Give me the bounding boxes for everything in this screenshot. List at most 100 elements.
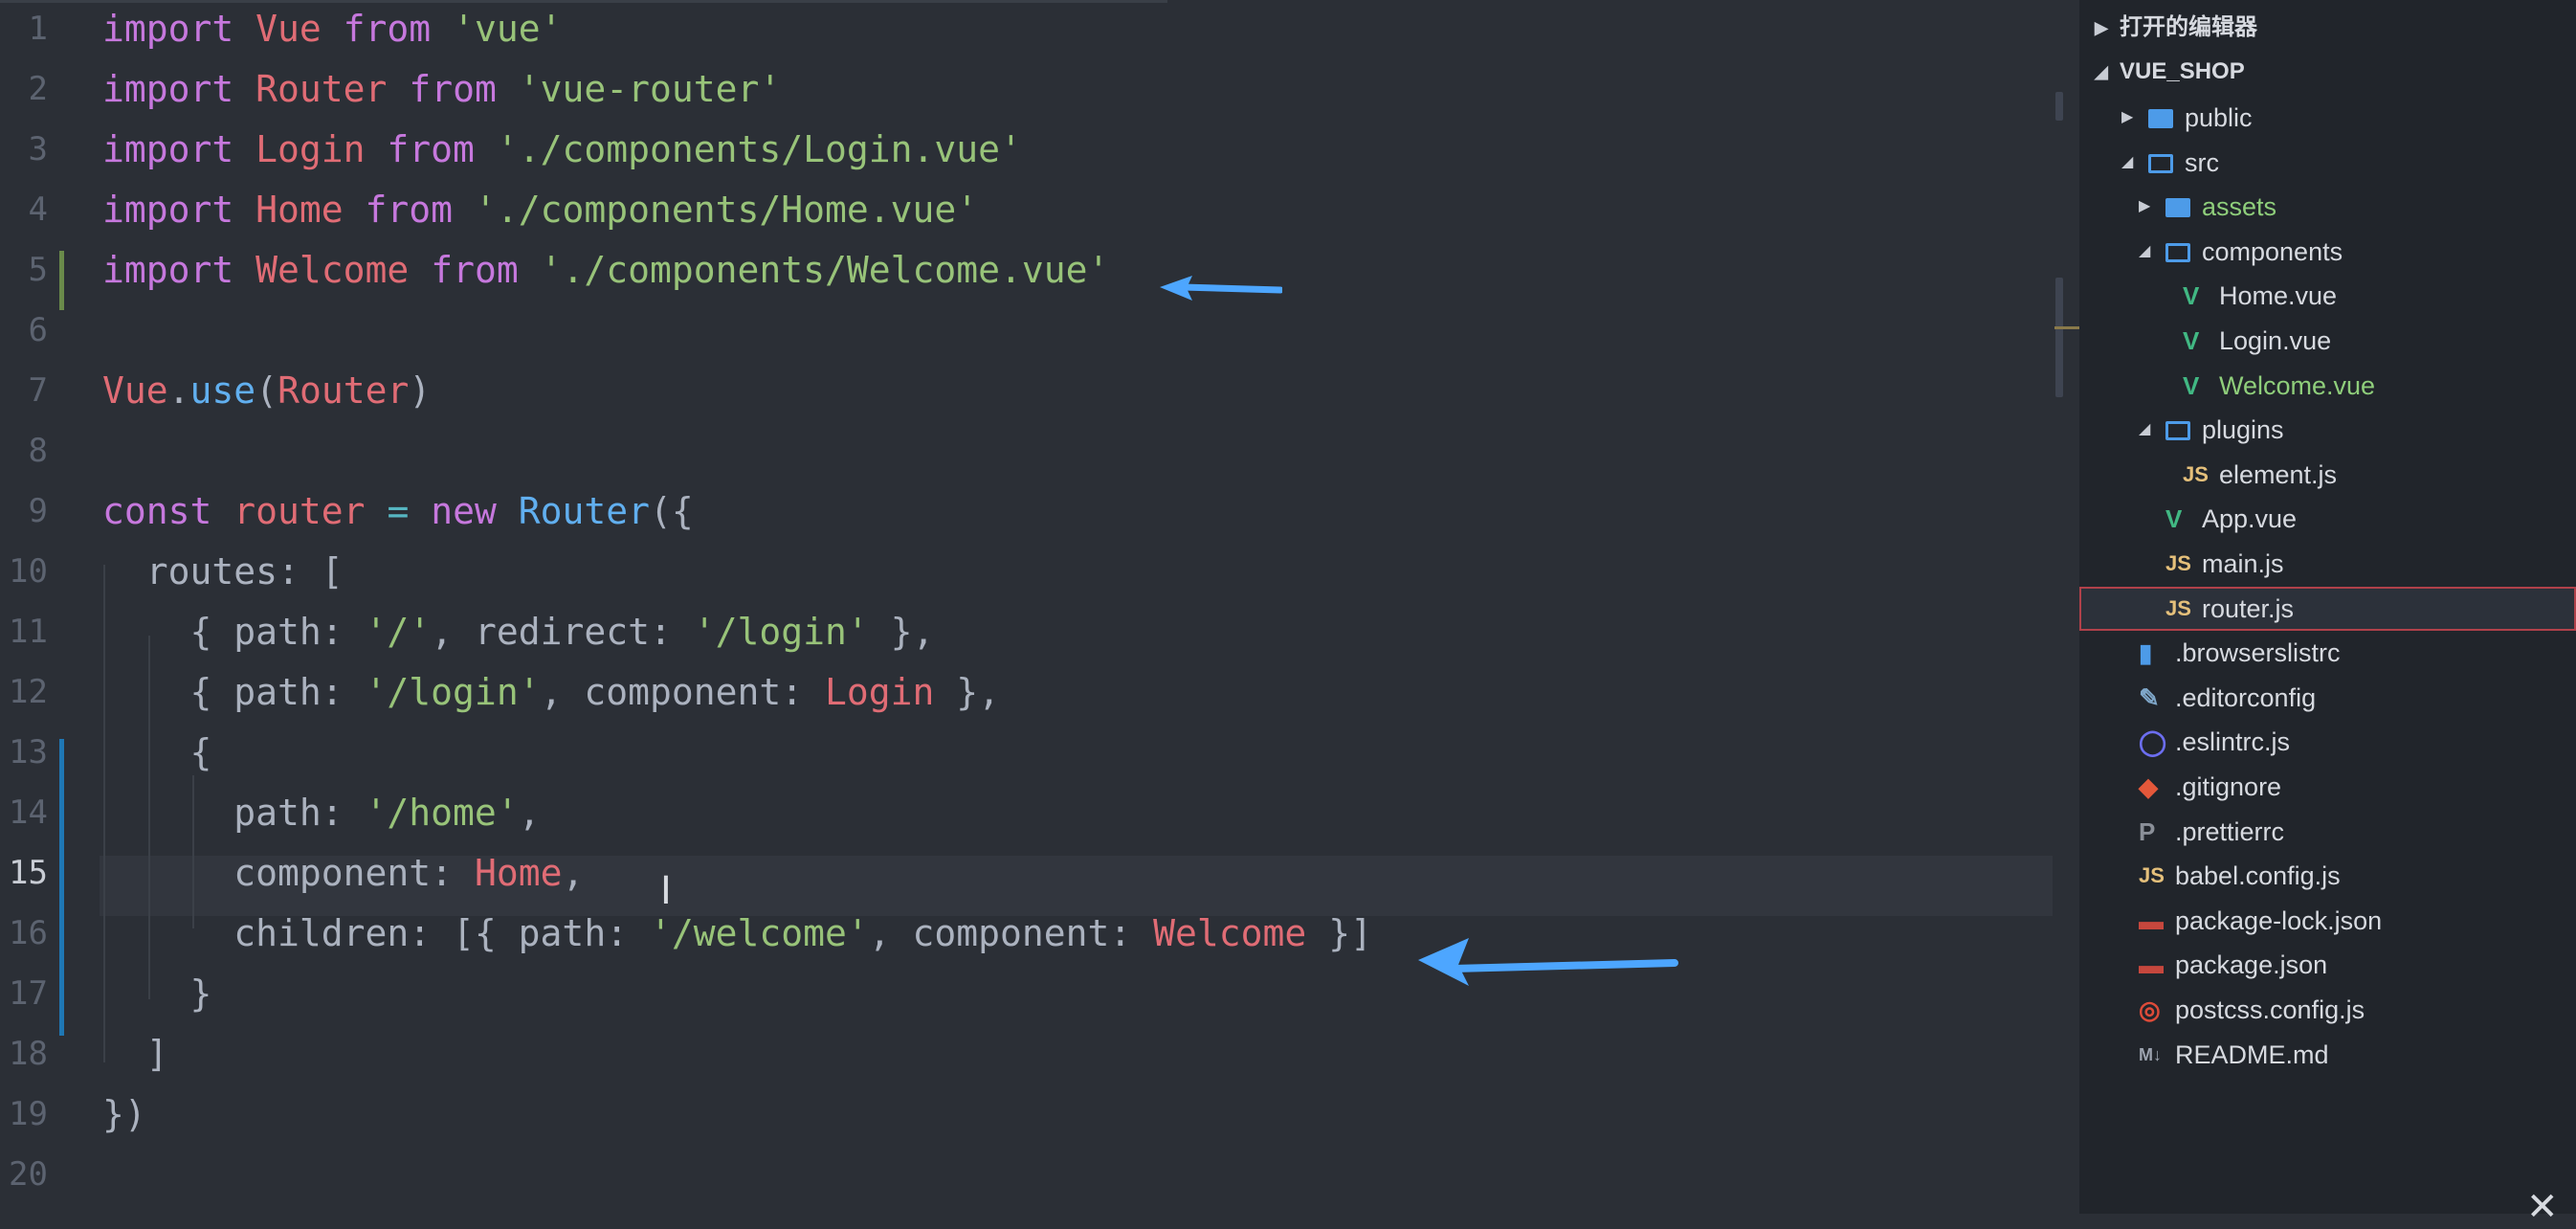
tree-item-label: router.js (2202, 593, 2295, 623)
close-icon[interactable]: ✕ (2526, 1185, 2559, 1229)
code-token: 'vue' (453, 8, 563, 50)
code-text: import Welcome from './components/Welcom… (102, 249, 1109, 291)
code-text: children: [{ path: '/welcome', component… (102, 912, 1372, 954)
code-token: from (321, 8, 454, 50)
tree-item[interactable]: ▮ .browserslistrc (2079, 631, 2576, 675)
tree-item[interactable]: ▬ package-lock.json (2079, 899, 2576, 943)
tree-item-label: package.json (2175, 950, 2328, 980)
open-editors-header[interactable]: ▶ 打开的编辑器 (2079, 6, 2576, 50)
code-token: = (365, 490, 432, 532)
project-header[interactable]: ◢ VUE_SHOP (2079, 50, 2576, 94)
line-number: 12 (9, 673, 48, 711)
code-token: , component: (868, 912, 1154, 954)
code-token: from (387, 68, 519, 110)
tree-item[interactable]: JS main.js (2079, 542, 2576, 586)
line-number: 2 (28, 70, 48, 108)
chevron-right-icon[interactable]: ▶ (2139, 185, 2150, 229)
code-text: import Home from './components/Home.vue' (102, 189, 978, 231)
code-line[interactable]: 1 import Vue from 'vue' (0, 0, 2053, 60)
code-token: Vue (255, 8, 322, 50)
code-token: import (102, 249, 256, 291)
code-token: path: (102, 792, 366, 834)
code-token: from (365, 128, 497, 170)
tree-item[interactable]: ◆ .gitignore (2079, 765, 2576, 809)
code-token: }] (1306, 912, 1372, 954)
code-token: { (102, 731, 212, 773)
line-number: 18 (9, 1035, 48, 1073)
editor-minimap[interactable] (2053, 0, 2079, 1214)
code-token: Router (518, 490, 650, 532)
tree-item[interactable]: ▬ package.json (2079, 943, 2576, 987)
tree-item[interactable]: ▶ assets (2079, 185, 2576, 229)
tree-item-label: .gitignore (2175, 772, 2282, 801)
code-line[interactable]: 17 } (0, 965, 2053, 1025)
code-token: router (233, 490, 366, 532)
code-line[interactable]: 16 children: [{ path: '/welcome', compon… (0, 905, 2053, 965)
tree-item-label: .eslintrc.js (2175, 727, 2291, 757)
tree-item[interactable]: V Welcome.vue (2079, 364, 2576, 408)
code-line[interactable]: 18 ] (0, 1025, 2053, 1085)
code-line[interactable]: 13 { (0, 724, 2053, 784)
tree-item-label: assets (2202, 192, 2277, 222)
tree-item[interactable]: V Home.vue (2079, 274, 2576, 318)
tree-item-label: .browserslistrc (2175, 638, 2341, 668)
chevron-right-icon[interactable]: ▶ (2121, 96, 2133, 140)
code-token: Welcome (1153, 912, 1307, 954)
chevron-down-icon[interactable]: ◢ (2139, 408, 2150, 452)
tree-item[interactable]: JS router.js (2079, 586, 2576, 631)
chevron-down-icon[interactable]: ◢ (2139, 230, 2150, 274)
tree-item[interactable]: ◢ src (2079, 141, 2576, 185)
scroll-marker (2055, 278, 2063, 397)
code-token: ) (409, 369, 432, 412)
tree-item[interactable]: ◯ .eslintrc.js (2079, 720, 2576, 764)
tree-item[interactable]: ◢ plugins (2079, 408, 2576, 452)
code-text: } (102, 972, 212, 1015)
minimap-cursor-marker (2054, 326, 2079, 329)
tree-item[interactable]: V App.vue (2079, 497, 2576, 541)
scroll-marker (2055, 92, 2063, 121)
code-line[interactable]: 19}) (0, 1085, 2053, 1146)
npm-icon: ▬ (2139, 905, 2164, 935)
tree-item-label: components (2202, 236, 2343, 266)
code-line[interactable]: 15 component: Home, (0, 844, 2053, 905)
code-line[interactable]: 6 (0, 302, 2053, 362)
line-number: 9 (28, 492, 48, 530)
code-line[interactable]: 3 import Login from './components/Login.v… (0, 121, 2053, 181)
code-line[interactable]: 8 (0, 422, 2053, 482)
tree-item-label: Home.vue (2219, 281, 2338, 311)
code-line[interactable]: 10 routes: [ (0, 543, 2053, 603)
tree-item[interactable]: ✎ .editorconfig (2079, 676, 2576, 720)
code-line[interactable]: 20 (0, 1146, 2053, 1206)
code-token: import (102, 128, 256, 170)
code-line[interactable]: 12 { path: '/login', component: Login }, (0, 663, 2053, 724)
tree-item[interactable]: ◎ postcss.config.js (2079, 988, 2576, 1032)
code-line[interactable]: 14 path: '/home', (0, 784, 2053, 844)
folder-icon (2148, 153, 2173, 173)
tree-item[interactable]: ▶ public (2079, 96, 2576, 140)
code-token: , (518, 792, 541, 834)
code-line[interactable]: 2 import Router from 'vue-router' (0, 60, 2053, 121)
code-token: ({ (650, 490, 694, 532)
code-token: './components/Home.vue' (474, 189, 979, 231)
code-line[interactable]: 11 { path: '/', redirect: '/login' }, (0, 603, 2053, 663)
code-line[interactable]: 5 import Welcome from './components/Welco… (0, 241, 2053, 302)
tree-item[interactable]: JS element.js (2079, 453, 2576, 497)
tree-item[interactable]: P .prettierrc (2079, 810, 2576, 854)
tree-item-label: App.vue (2202, 504, 2298, 534)
line-number: 15 (9, 854, 48, 892)
tree-item-label: babel.config.js (2175, 861, 2341, 891)
tree-item[interactable]: ◢ components (2079, 230, 2576, 274)
code-line[interactable]: 7 Vue.use(Router) (0, 362, 2053, 422)
tree-item[interactable]: V Login.vue (2079, 319, 2576, 363)
tree-item[interactable]: M↓ README.md (2079, 1033, 2576, 1077)
code-line[interactable]: 4 import Home from './components/Home.vue… (0, 181, 2053, 241)
tree-item[interactable]: JS babel.config.js (2079, 854, 2576, 898)
code-editor[interactable]: 1 import Vue from 'vue' 2 import Router fro… (0, 0, 2053, 1214)
code-line[interactable]: 9 const router = new Router({ (0, 482, 2053, 543)
folder-icon (2165, 198, 2190, 218)
tree-item-label: src (2185, 147, 2219, 177)
line-number: 3 (28, 130, 48, 168)
code-text: import Login from './components/Login.vu… (102, 128, 1022, 170)
code-text: component: Home, (102, 852, 584, 894)
chevron-down-icon[interactable]: ◢ (2121, 141, 2133, 185)
